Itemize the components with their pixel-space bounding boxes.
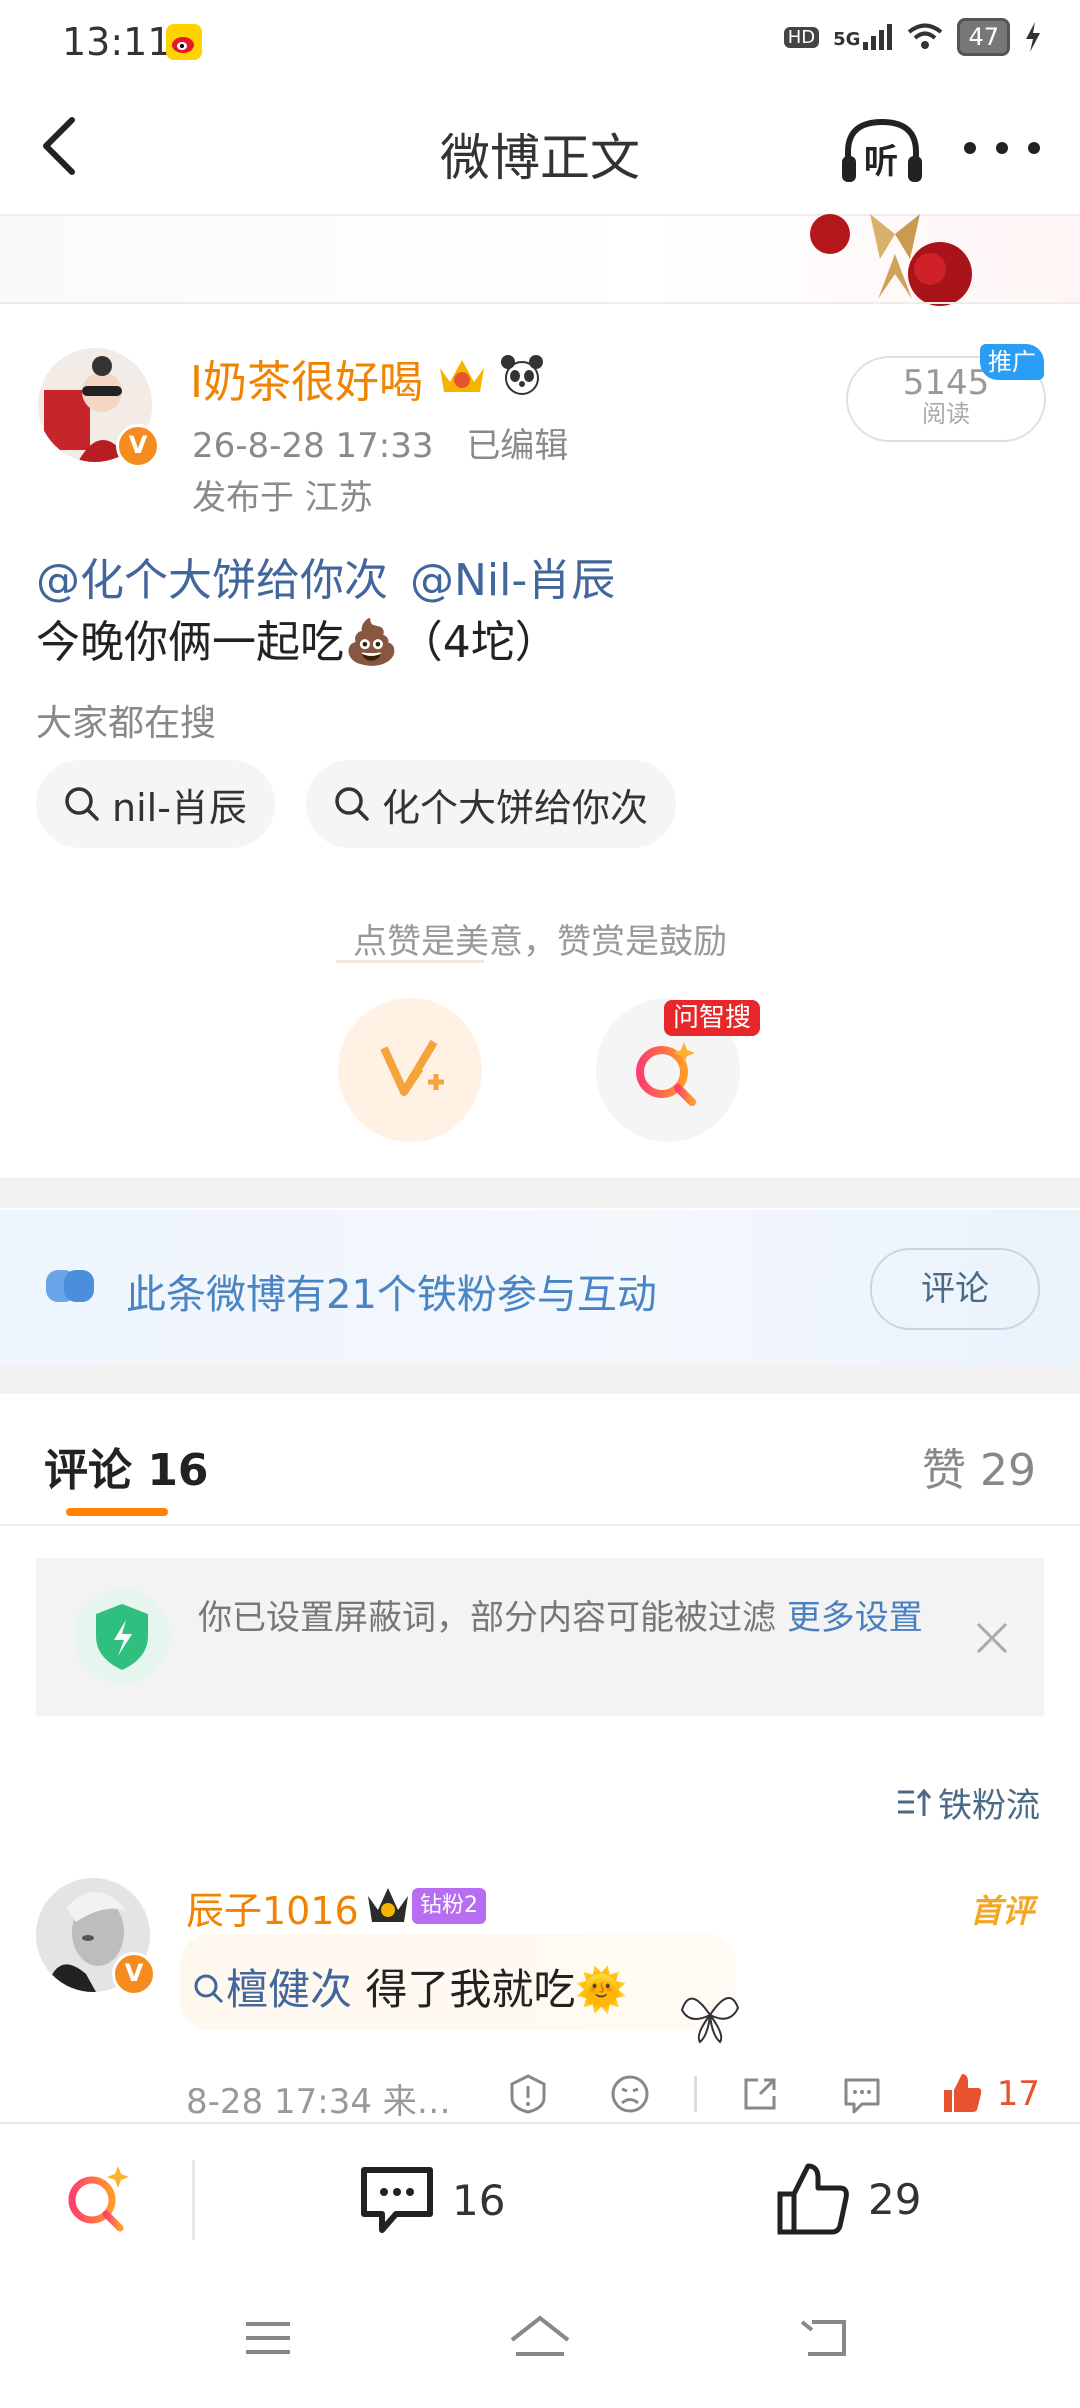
- search-suggestion-label: nil-肖辰: [112, 785, 247, 830]
- comment-like-button[interactable]: [940, 2070, 984, 2120]
- search-suggestion-1[interactable]: nil-肖辰: [36, 760, 275, 848]
- search-heading: 大家都在搜: [36, 703, 217, 744]
- comment-icon: [844, 2078, 880, 2114]
- post-location: 发布于 江苏: [192, 478, 373, 518]
- more-settings-link[interactable]: 更多设置: [787, 1598, 923, 1638]
- thumbs-up-icon: [777, 2163, 849, 2235]
- status-time: 13:11: [62, 20, 172, 64]
- iron-fan-comment-button[interactable]: 评论: [870, 1248, 1040, 1330]
- crown-member-icon: [440, 360, 484, 392]
- mention-link-2[interactable]: @Nil-肖辰: [410, 555, 615, 606]
- ai-search-button[interactable]: [58, 2160, 138, 2244]
- section-separator: [0, 1178, 1080, 1208]
- back-nav-button[interactable]: [798, 2316, 848, 2364]
- close-icon: [976, 1622, 1008, 1654]
- comment-text: 檀健次 得了我就吃🌞: [192, 1956, 628, 2017]
- tabs-divider: [0, 1524, 1080, 1526]
- verified-badge: V: [116, 424, 160, 468]
- mention-link-1[interactable]: @化个大饼给你次: [36, 555, 388, 606]
- dislike-button[interactable]: [608, 2072, 652, 2120]
- action-divider: [694, 2076, 697, 2112]
- frown-face-icon: [611, 2075, 649, 2113]
- shield-icon: [74, 1588, 170, 1684]
- back-icon: [800, 2320, 846, 2356]
- thumbs-up-icon: [944, 2074, 982, 2112]
- section-separator-2: [0, 1364, 1080, 1394]
- listen-label: 听: [864, 142, 898, 182]
- hd-icon: HD: [783, 26, 820, 48]
- reads-label: 阅读: [922, 400, 970, 428]
- wifi-icon: [908, 23, 943, 49]
- rose-butterfly-decoration: [810, 214, 972, 306]
- report-icon: [510, 2074, 546, 2114]
- weibo-notification-icon: [166, 24, 202, 60]
- more-icon: [964, 142, 1040, 154]
- share-button[interactable]: [738, 2072, 782, 2120]
- reward-note-underline: [336, 960, 484, 963]
- reward-note: 点赞是美意，赞赏是鼓励: [353, 922, 727, 962]
- banner-divider: [0, 302, 1080, 304]
- share-icon: [744, 2078, 776, 2110]
- bottom-like-button[interactable]: 29: [776, 2160, 921, 2238]
- comment-icon: [361, 2167, 433, 2233]
- menu-icon: [246, 2322, 290, 2354]
- v-plus-icon: [380, 1039, 444, 1096]
- home-icon: [510, 2315, 570, 2356]
- butterfly-decoration: [680, 1997, 740, 2044]
- comment-like-count: 17: [996, 2074, 1040, 2114]
- iron-fan-icon: [46, 1270, 94, 1302]
- post-timestamp: 26-8-28 17:33: [192, 426, 434, 466]
- tab-comments[interactable]: 评论 16: [44, 1434, 209, 1498]
- search-icon: [335, 787, 369, 821]
- post-body: 今晚你俩一起吃💩（4坨）: [36, 617, 559, 668]
- search-suggestion-2[interactable]: 化个大饼给你次: [306, 760, 677, 848]
- filter-notice-text: 你已设置屏蔽词，部分内容可能被过滤 更多设置: [198, 1596, 938, 1640]
- menu-button[interactable]: [244, 2318, 292, 2362]
- status-icons: HD 5G 47: [783, 18, 1042, 56]
- comment-topic-link[interactable]: 檀健次: [226, 1965, 352, 2014]
- comment-meta: 8-28 17:34 来…: [186, 2082, 451, 2122]
- sort-toggle[interactable]: 铁粉流: [896, 1778, 1040, 1827]
- edited-label: 已编辑: [466, 426, 569, 466]
- more-button[interactable]: [952, 128, 1052, 168]
- crown-icon: [368, 1888, 408, 1922]
- search-suggestion-label: 化个大饼给你次: [382, 785, 649, 830]
- wenzhisou-tag: 问智搜: [664, 1000, 760, 1036]
- sort-icon: [898, 1788, 932, 1816]
- charging-icon: [1026, 22, 1040, 52]
- topic-search-icon: [194, 1974, 224, 2004]
- first-comment-badge: 首评: [969, 1892, 1034, 1930]
- reward-button[interactable]: [338, 998, 482, 1142]
- close-notice-button[interactable]: [972, 1618, 1012, 1658]
- fan-level-badge: 钻粉2: [412, 1888, 486, 1924]
- home-button[interactable]: [508, 2312, 572, 2366]
- panda-icon: [501, 355, 543, 395]
- post-meta: 26-8-28 17:33 已编辑: [192, 418, 568, 467]
- post-mentions: @化个大饼给你次 @Nil-肖辰: [36, 544, 615, 608]
- filter-notice-message: 你已设置屏蔽词，部分内容可能被过滤: [198, 1598, 787, 1638]
- sort-label: 铁粉流: [938, 1786, 1040, 1826]
- network-label: 5G: [833, 29, 861, 50]
- report-button[interactable]: [506, 2072, 550, 2120]
- bottom-comment-button[interactable]: 16: [358, 2162, 505, 2238]
- signal-icon: 5G: [833, 24, 893, 50]
- listen-button[interactable]: 听: [834, 112, 930, 192]
- promo-badge: 推广: [980, 344, 1044, 380]
- bottom-comment-count: 16: [452, 2175, 506, 2225]
- bottom-like-count: 29: [868, 2174, 922, 2224]
- battery-icon: 47: [957, 18, 1010, 56]
- commenter-name[interactable]: 辰子1016: [186, 1880, 359, 1935]
- tab-likes[interactable]: 赞 29: [922, 1434, 1036, 1498]
- tab-active-indicator: [66, 1508, 168, 1516]
- comment-body: 得了我就吃🌞: [352, 1965, 628, 2014]
- bottom-divider: [192, 2160, 195, 2240]
- verified-badge: V: [112, 1952, 156, 1996]
- author-name[interactable]: I奶茶很好喝: [190, 346, 423, 410]
- reply-button[interactable]: [840, 2072, 884, 2120]
- ai-search-icon: [68, 2166, 129, 2232]
- iron-fan-text: 此条微博有21个铁粉参与互动: [126, 1272, 657, 1318]
- search-icon: [65, 787, 99, 821]
